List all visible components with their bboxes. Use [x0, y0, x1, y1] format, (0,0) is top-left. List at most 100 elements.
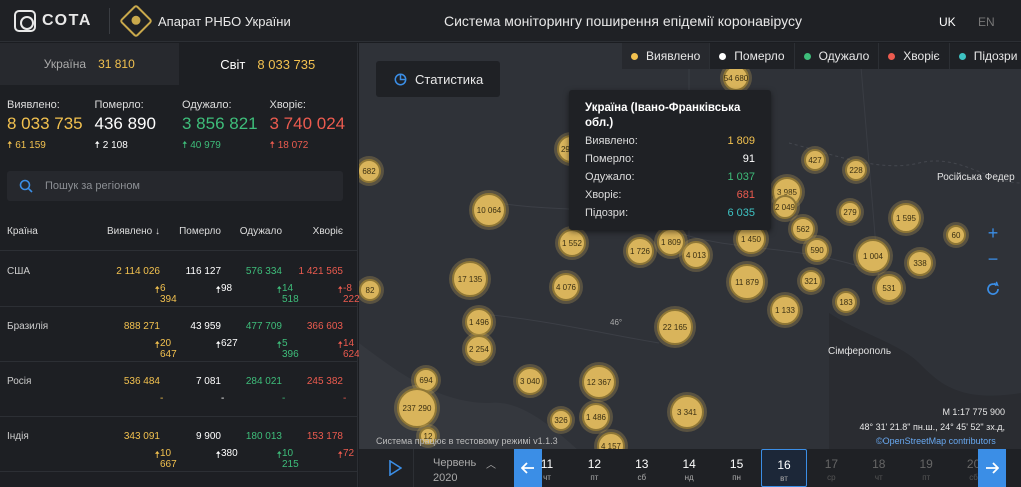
map-cluster-marker[interactable]: 279	[839, 201, 861, 223]
map-cluster-marker[interactable]: 326	[550, 409, 572, 431]
cell-deaths: 9 900	[195, 431, 221, 442]
timeline-day[interactable]: 16 вт	[761, 449, 807, 487]
map-cluster-marker[interactable]: 10 064	[472, 193, 506, 227]
tab-world[interactable]: Світ 8 033 735	[178, 43, 357, 85]
timeline-day[interactable]: 12 пт	[571, 449, 617, 487]
timeline-day[interactable]: 18 чт	[856, 449, 902, 487]
cota-logo[interactable]: СОТА	[14, 10, 92, 32]
delta-value: 14 624	[343, 338, 360, 360]
cell-recovered: 477 709	[245, 321, 282, 332]
map-cluster-marker[interactable]: 4 013	[682, 241, 710, 269]
delta-value: -	[282, 393, 286, 404]
map-cluster-marker[interactable]: 338	[907, 250, 933, 276]
map-cluster-marker[interactable]: 60	[946, 225, 966, 245]
search-icon	[19, 179, 33, 193]
timeline-day[interactable]: 11 чт	[524, 449, 570, 487]
timeline-day[interactable]: 15 пн	[714, 449, 760, 487]
legend-sick[interactable]: Хворіє	[879, 43, 950, 69]
osm-attribution-link[interactable]: ©OpenStreetMap contributors	[876, 436, 996, 446]
zoom-in-button[interactable]: +	[982, 222, 1004, 244]
scope-tabs: Україна 31 810 Світ 8 033 735	[0, 43, 357, 85]
map-latitude-label: 46°	[610, 318, 623, 327]
stat-label: Одужало:	[182, 99, 232, 111]
country-name: Росія	[7, 376, 32, 387]
col-detected[interactable]: Виявлено ↓	[107, 226, 160, 237]
cell-sick: 245 382	[306, 376, 343, 387]
col-recovered[interactable]: Одужало	[240, 226, 282, 237]
map-cluster-marker[interactable]: 1 004	[856, 239, 890, 273]
left-panel: Україна 31 810 Світ 8 033 735 Виявлено: …	[0, 43, 360, 487]
timeline-day[interactable]: 17 ср	[808, 449, 854, 487]
map-cluster-marker[interactable]: 183	[835, 291, 857, 313]
map-cluster-marker[interactable]: 427	[804, 149, 826, 171]
play-button[interactable]	[376, 449, 414, 487]
day-weekday: нд	[684, 473, 694, 482]
country-name: США	[7, 266, 31, 277]
cell-recovered-delta: 🠅 10 215	[276, 448, 299, 470]
search-input[interactable]	[45, 180, 315, 192]
popup-title: Україна (Івано-Франківська обл.)	[585, 102, 741, 129]
map-cluster-marker[interactable]: 237 290	[397, 388, 437, 428]
timeline-day[interactable]: 19 пт	[903, 449, 949, 487]
map-cluster-marker[interactable]: 22 165	[657, 309, 693, 345]
table-row[interactable]: Росія 536 484 7 081 284 021 245 382- - - -	[0, 362, 358, 417]
map-cluster-marker[interactable]: 228	[845, 159, 867, 181]
reset-view-button[interactable]	[982, 278, 1004, 300]
map-cluster-marker[interactable]: 2 254	[465, 335, 493, 363]
map-cluster-marker[interactable]: 4 076	[552, 273, 580, 301]
map-cluster-marker[interactable]: 11 879	[729, 264, 765, 300]
refresh-icon	[987, 281, 999, 295]
table-row[interactable]: Індія 343 091 9 900 180 013 153 178 🠅 10 667 🠅…	[0, 417, 358, 472]
map-cluster-marker[interactable]: 1 133	[770, 295, 800, 325]
map-cluster-marker[interactable]: 531	[875, 274, 903, 302]
lang-uk-button[interactable]: UK	[939, 15, 956, 29]
map-cluster-marker[interactable]: 321	[800, 270, 822, 292]
map-cluster-marker[interactable]: 1 486	[582, 403, 610, 431]
statistics-button[interactable]: Статистика	[376, 61, 500, 97]
timeline-next-button[interactable]	[978, 449, 1006, 487]
cell-deaths-delta: 🠅 380	[215, 448, 238, 461]
timeline-day[interactable]: 14 нд	[666, 449, 712, 487]
popup-label: Хворіє:	[585, 189, 622, 201]
map-cluster-marker[interactable]: 17 135	[452, 261, 488, 297]
popup-row-detected: Виявлено: 1 809	[585, 135, 755, 151]
region-search[interactable]	[7, 171, 343, 201]
table-row[interactable]: Бразилія 888 271 43 959 477 709 366 603 🠅 20 …	[0, 307, 360, 362]
map-cluster-marker[interactable]: 1 496	[465, 308, 493, 336]
tab-ukraine[interactable]: Україна 31 810	[0, 43, 179, 85]
legend-recovered[interactable]: Одужало	[795, 43, 880, 69]
map-cluster-marker[interactable]: 2 049	[773, 195, 797, 219]
zoom-out-button[interactable]: −	[982, 248, 1004, 270]
timeline-month[interactable]: Червень	[433, 457, 476, 469]
col-sick[interactable]: Хворіє	[313, 226, 343, 237]
cell-sick: 366 603	[306, 321, 343, 332]
map-cluster-marker[interactable]: 1 595	[891, 203, 921, 233]
table-row[interactable]: США 2 114 026 116 127 576 334 1 421 565 🠅 6 3…	[0, 252, 360, 307]
popup-value: 91	[742, 153, 755, 165]
timeline-day[interactable]: 13 сб	[619, 449, 665, 487]
map-cluster-marker[interactable]: 590	[805, 238, 829, 262]
cell-sick: 1 421 565	[298, 266, 344, 277]
delta-value: 627	[221, 338, 238, 349]
map-cluster-marker[interactable]: 12 367	[582, 365, 616, 399]
legend-suspected[interactable]: Підозри	[950, 43, 1021, 69]
delta-value: -	[160, 393, 164, 404]
col-country[interactable]: Країна	[7, 226, 38, 237]
map-cluster-marker[interactable]: 562	[791, 217, 815, 241]
legend-dot-icon	[958, 52, 966, 60]
legend-detected[interactable]: Виявлено	[622, 43, 711, 69]
legend-deaths[interactable]: Померло	[710, 43, 795, 69]
lang-en-button[interactable]: EN	[978, 15, 995, 29]
map-cluster-marker[interactable]: 1 726	[626, 237, 654, 265]
map-cluster-marker[interactable]: 1 552	[558, 229, 586, 257]
map-cluster-marker[interactable]: 82	[359, 279, 381, 301]
cell-deaths: 116 127	[185, 266, 221, 277]
col-deaths[interactable]: Померло	[179, 226, 221, 237]
day-number: 13	[635, 457, 649, 471]
map-cluster-marker[interactable]: 1 809	[657, 228, 685, 256]
popup-row-deaths: Померло: 91	[585, 153, 755, 169]
map-cluster-marker[interactable]: 3 040	[516, 367, 544, 395]
map-cluster-marker[interactable]: 3 341	[670, 395, 704, 429]
day-number: 12	[587, 457, 602, 471]
chevron-up-icon[interactable]: ︿	[486, 456, 496, 471]
